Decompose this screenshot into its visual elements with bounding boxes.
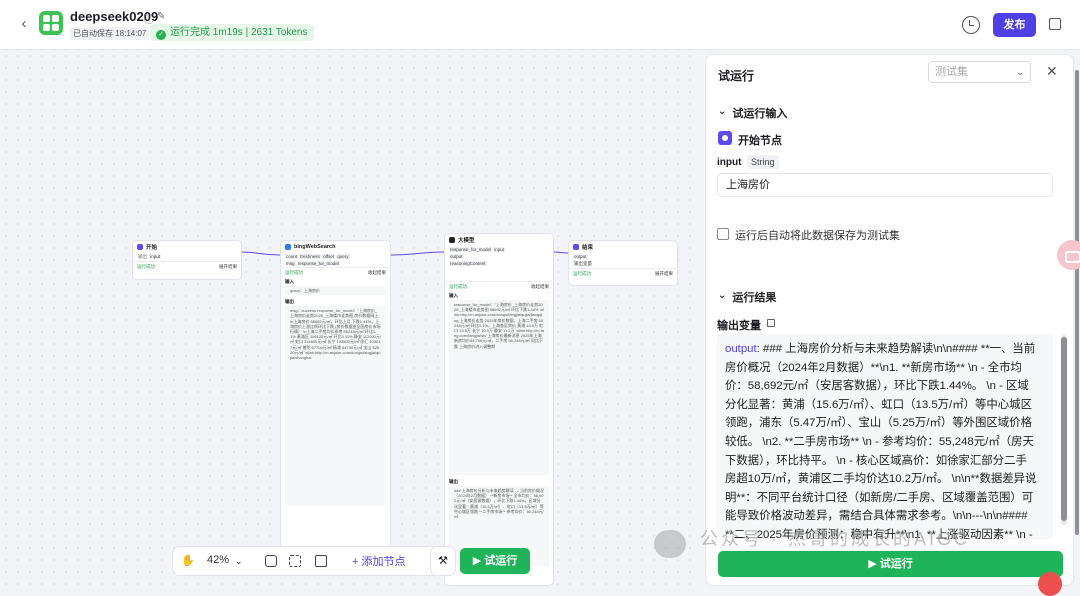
add-node-button[interactable]: + 添加节点 [352, 553, 405, 569]
bing-input-label: 输入 [285, 279, 294, 284]
start-node-label: 开始节点 [738, 135, 782, 147]
llm-node-title: 大模型 [458, 238, 475, 244]
bing-tag: count [285, 254, 299, 259]
result-section-title: 运行结果 [732, 292, 777, 304]
copy-icon[interactable] [1049, 18, 1061, 30]
start-node-icon [718, 131, 732, 145]
save-testset-label: 运行后自动将此数据保存为测试集 [735, 230, 900, 242]
copy-icon[interactable] [767, 319, 775, 327]
search-node-icon [285, 244, 291, 250]
llm-node[interactable]: 大模型 response_for_model input output reas… [444, 233, 554, 586]
llm-output-label: 输出 [449, 479, 458, 484]
canvas-run-label: 试运行 [484, 555, 518, 567]
canvas-run-button[interactable]: ▶ 试运行 [460, 548, 530, 574]
start-node-output-label: 输出 [138, 254, 147, 259]
start-node-status: 运行成功 [137, 264, 155, 269]
start-node[interactable]: 开始 输出 input 运行成功 展开结果 [132, 240, 242, 280]
run-status-text: 运行完成 1m19s | 2631 Tokens [170, 27, 308, 38]
autosave-badge: 已自动保存 18:14:07 [70, 27, 150, 40]
bing-tag: query [336, 254, 350, 259]
bing-out-tag: response_for_model [296, 261, 340, 266]
testset-placeholder: 测试集 [935, 66, 968, 78]
panel-run-label: 试运行 [879, 558, 913, 570]
output-text-box[interactable]: output: ### 上海房价分析与未来趋势解读\n\n#### **一、当前… [717, 334, 1053, 539]
output-variable-label: 输出变量 [717, 320, 761, 332]
chevron-down-icon: ⌄ [1016, 67, 1024, 77]
end-node[interactable]: 结束 output 输出变量 运行成功 展开结果 [568, 240, 678, 286]
llm-node-collapse[interactable]: 收起结果 [531, 284, 549, 290]
zoom-dropdown-icon[interactable]: ⌄ [235, 556, 243, 567]
assistant-float-icon[interactable] [1057, 240, 1080, 270]
input-name: input [717, 157, 742, 168]
zoom-level[interactable]: 42% [207, 554, 229, 566]
check-icon: ✓ [156, 30, 166, 40]
watermark-text: 公众号 · 杰哥的成长的AIGC [700, 529, 971, 549]
run-status-badge: ✓ 运行完成 1m19s | 2631 Tokens [150, 24, 315, 41]
bing-node-status: 运行成功 [285, 270, 303, 275]
llm-reasoning-tag: reasoningContent [449, 261, 487, 266]
history-icon[interactable] [962, 16, 980, 34]
llm-node-icon [449, 237, 455, 243]
end-node-title: 结束 [582, 245, 594, 251]
debug-tool-icon[interactable]: ⚒ [430, 546, 456, 576]
end-node-icon [573, 244, 579, 250]
bing-node-title: bingWebSearch [294, 244, 336, 250]
testset-select[interactable]: 测试集 ⌄ [928, 61, 1031, 83]
llm-out-tag: output [449, 254, 464, 259]
llm-tag: response_for_model [449, 247, 493, 252]
notification-dot [1038, 572, 1062, 596]
bing-output-text: msg：success response_for_model："上海房价_上海房… [285, 306, 386, 507]
wechat-watermark-icon [654, 530, 686, 558]
add-node-label: 添加节点 [361, 556, 406, 568]
llm-tag: input [493, 247, 506, 252]
output-value: ### 上海房价分析与未来趋势解读\n\n#### **一、当前房价概况（202… [725, 343, 1037, 539]
start-node-var: input [149, 254, 162, 259]
bing-query: query：上海房价 [285, 286, 386, 296]
back-arrow-icon[interactable]: ‹ [14, 14, 34, 34]
edit-icon[interactable]: ✎ [157, 11, 165, 22]
bing-out-tag: msg [285, 261, 296, 266]
bing-output-label: 输出 [285, 299, 294, 305]
panel-title: 试运行 [718, 69, 755, 83]
input-value-field[interactable]: 上海房价 [717, 173, 1053, 197]
workflow-logo-icon [39, 11, 63, 35]
bing-search-node[interactable]: bingWebSearch count freshness offset que… [280, 240, 391, 548]
test-run-panel: 试运行 测试集⌄ ✕ 试运行输入 开始节点 input String 上海房价 … [705, 54, 1074, 586]
bing-node-collapse[interactable]: 收起结果 [368, 270, 386, 276]
publish-button[interactable]: 发布 [993, 13, 1036, 37]
end-node-expand[interactable]: 展开结果 [655, 271, 673, 277]
end-node-status: 运行成功 [573, 271, 591, 276]
input-section-title: 试运行输入 [732, 108, 788, 120]
input-section-header[interactable]: 试运行输入 [718, 105, 787, 121]
start-node-icon [137, 244, 143, 250]
input-type-badge: String [747, 155, 779, 169]
end-output-label: 输出变量 [574, 261, 592, 266]
page-scrollbar[interactable] [1074, 70, 1080, 535]
comment-icon[interactable] [265, 555, 277, 567]
llm-node-status: 运行成功 [449, 284, 467, 289]
panel-run-button[interactable]: ▶ 试运行 [718, 551, 1063, 577]
pointer-icon[interactable]: ✋ [181, 554, 195, 567]
llm-input-text: response_for_model："上海房价_上海房价走势2025_上海楼市… [449, 300, 549, 475]
close-icon[interactable]: ✕ [1046, 63, 1058, 80]
end-output-tag: output [573, 254, 588, 259]
output-key: output [725, 343, 757, 355]
start-node-expand[interactable]: 展开结果 [219, 264, 237, 270]
minimap-icon[interactable] [315, 555, 327, 567]
save-testset-checkbox[interactable] [717, 228, 729, 240]
layout-icon[interactable] [289, 555, 301, 567]
bing-tag: offset [322, 254, 335, 259]
workflow-canvas[interactable]: 开始 输出 input 运行成功 展开结果 bingWebSearch count… [0, 50, 700, 586]
bing-tag: freshness [299, 254, 321, 259]
start-node-title: 开始 [146, 245, 158, 251]
top-bar: ‹ deepseek0209 ⓘ ✎ 已自动保存 18:14:07 ✓ 运行完成 … [0, 0, 1080, 50]
llm-input-label: 输入 [449, 293, 458, 298]
output-scrollbar[interactable] [1061, 335, 1067, 525]
result-section-header[interactable]: 运行结果 [718, 289, 776, 305]
